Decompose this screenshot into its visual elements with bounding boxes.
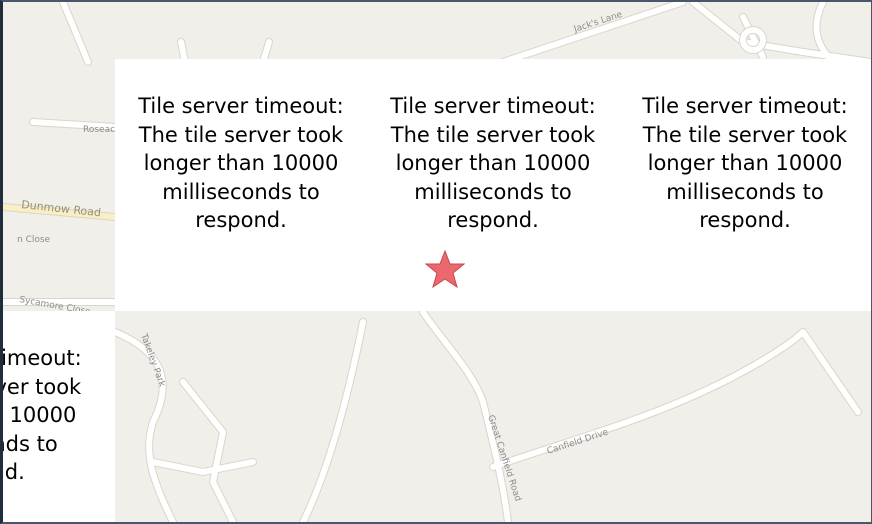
- road-label-close: n Close: [17, 235, 51, 245]
- map-tile-error: Tile server timeout: The tile server too…: [115, 59, 367, 311]
- tile-error-message: Tile server timeout: The tile server too…: [3, 346, 82, 484]
- map-tile-error: Tile server timeout: The tile server too…: [619, 59, 871, 311]
- tile-error-message: Tile server timeout: The tile server too…: [390, 94, 596, 232]
- tile-error-message: Tile server timeout: The tile server too…: [642, 94, 848, 232]
- map-tile-error: Tile server timeout: The tile server too…: [3, 311, 115, 522]
- map-tile-error: Tile server timeout: The tile server too…: [367, 59, 619, 311]
- road-label-rosea: Roseac: [83, 125, 115, 135]
- tile-error-message: Tile server timeout: The tile server too…: [138, 94, 344, 232]
- star-icon[interactable]: [425, 250, 465, 288]
- map-viewport[interactable]: Jack's Lane Ho Roseac Dunmow Road n Clos…: [0, 0, 872, 524]
